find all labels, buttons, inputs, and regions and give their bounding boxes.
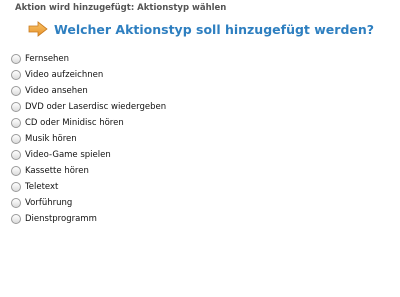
option-teletext[interactable]: Teletext — [11, 179, 166, 195]
radio-button[interactable] — [11, 54, 21, 64]
radio-button[interactable] — [11, 86, 21, 96]
option-label: Musik hören — [25, 134, 77, 144]
option-vorfuehrung[interactable]: Vorführung — [11, 195, 166, 211]
radio-button[interactable] — [11, 198, 21, 208]
question-text: Welcher Aktionstyp soll hinzugefügt werd… — [54, 21, 375, 37]
option-label: Teletext — [25, 182, 59, 192]
option-label: Vorführung — [25, 198, 73, 208]
arrow-right-icon — [28, 21, 48, 37]
radio-button[interactable] — [11, 118, 21, 128]
radio-button[interactable] — [11, 70, 21, 80]
option-dvd-laserdisc[interactable]: DVD oder Laserdisc wiedergeben — [11, 99, 166, 115]
option-kassette-hoeren[interactable]: Kassette hören — [11, 163, 166, 179]
option-video-ansehen[interactable]: Video ansehen — [11, 83, 166, 99]
option-label: DVD oder Laserdisc wiedergeben — [25, 102, 167, 112]
radio-button[interactable] — [11, 214, 21, 224]
question-row: Welcher Aktionstyp soll hinzugefügt werd… — [28, 18, 374, 40]
option-dienstprogramm[interactable]: Dienstprogramm — [11, 211, 166, 227]
radio-button[interactable] — [11, 166, 21, 176]
radio-button[interactable] — [11, 182, 21, 192]
option-cd-minidisc[interactable]: CD oder Minidisc hören — [11, 115, 166, 131]
option-label: Video ansehen — [25, 86, 88, 96]
option-musik-hoeren[interactable]: Musik hören — [11, 131, 166, 147]
option-label: Dienstprogramm — [25, 214, 97, 224]
option-label: CD oder Minidisc hören — [25, 118, 124, 128]
option-fernsehen[interactable]: Fernsehen — [11, 51, 166, 67]
option-video-game[interactable]: Video-Game spielen — [11, 147, 166, 163]
radio-button[interactable] — [11, 102, 21, 112]
option-label: Video aufzeichnen — [25, 70, 104, 80]
option-label: Video-Game spielen — [25, 150, 111, 160]
action-type-options: Fernsehen Video aufzeichnen Video ansehe… — [11, 51, 166, 227]
option-label: Fernsehen — [25, 54, 70, 64]
radio-button[interactable] — [11, 150, 21, 160]
radio-button[interactable] — [11, 134, 21, 144]
option-label: Kassette hören — [25, 166, 89, 176]
action-type-wizard: Aktion wird hinzugefügt: Aktionstyp wähl… — [0, 0, 400, 297]
step-title: Aktion wird hinzugefügt: Aktionstyp wähl… — [15, 3, 227, 13]
option-video-aufzeichnen[interactable]: Video aufzeichnen — [11, 67, 166, 83]
